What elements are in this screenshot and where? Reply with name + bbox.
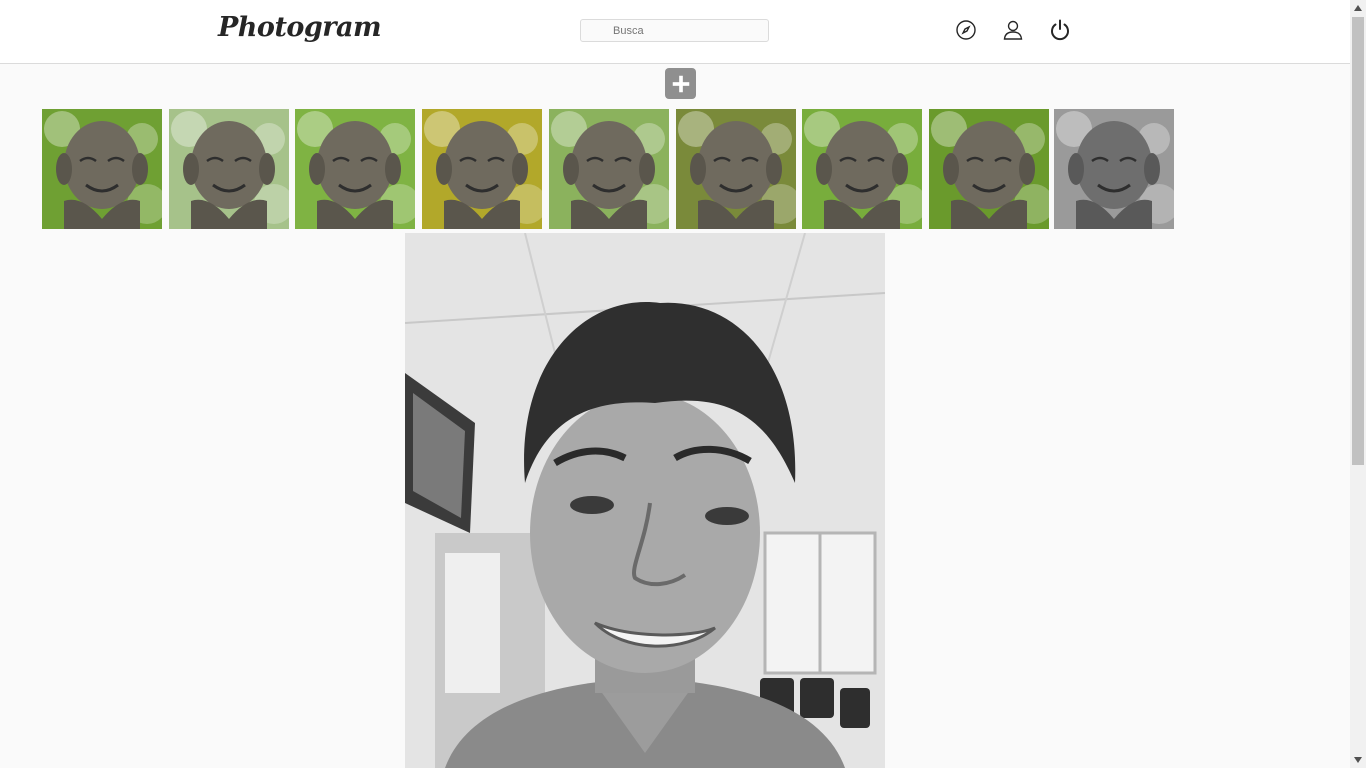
filter-thumbnail[interactable]: [295, 109, 415, 229]
filter-thumbnail[interactable]: [422, 109, 542, 229]
filter-thumbnail[interactable]: [549, 109, 669, 229]
buddha-statue-icon: [295, 109, 415, 229]
portrait-photo-grayscale: [405, 233, 885, 768]
app-logo[interactable]: Photogram: [218, 12, 382, 43]
filter-thumbnail[interactable]: [802, 109, 922, 229]
vertical-scrollbar[interactable]: [1350, 0, 1366, 768]
buddha-statue-icon: [549, 109, 669, 229]
buddha-statue-icon: [422, 109, 542, 229]
plus-icon: [672, 75, 689, 92]
buddha-statue-icon: [802, 109, 922, 229]
scroll-down-arrow-icon[interactable]: [1350, 752, 1366, 768]
buddha-statue-icon: [42, 109, 162, 229]
main-photo: [405, 233, 885, 768]
power-icon[interactable]: [1048, 18, 1072, 42]
filter-thumbnail[interactable]: [42, 109, 162, 229]
filter-thumbnail-selected[interactable]: [1054, 109, 1174, 229]
user-icon[interactable]: [1001, 18, 1025, 42]
buddha-statue-icon: [169, 109, 289, 229]
search-input[interactable]: [580, 19, 769, 42]
filter-strip: [0, 108, 1350, 230]
scroll-up-arrow-icon[interactable]: [1350, 0, 1366, 16]
filter-thumbnail[interactable]: [169, 109, 289, 229]
compass-icon[interactable]: [954, 18, 978, 42]
top-navigation-bar: Photogram: [0, 0, 1350, 64]
add-photo-button[interactable]: [665, 68, 696, 99]
buddha-statue-icon: [1054, 109, 1174, 229]
buddha-statue-icon: [929, 109, 1049, 229]
buddha-statue-icon: [676, 109, 796, 229]
scrollbar-thumb[interactable]: [1352, 17, 1364, 465]
filter-thumbnail[interactable]: [676, 109, 796, 229]
filter-thumbnail[interactable]: [929, 109, 1049, 229]
